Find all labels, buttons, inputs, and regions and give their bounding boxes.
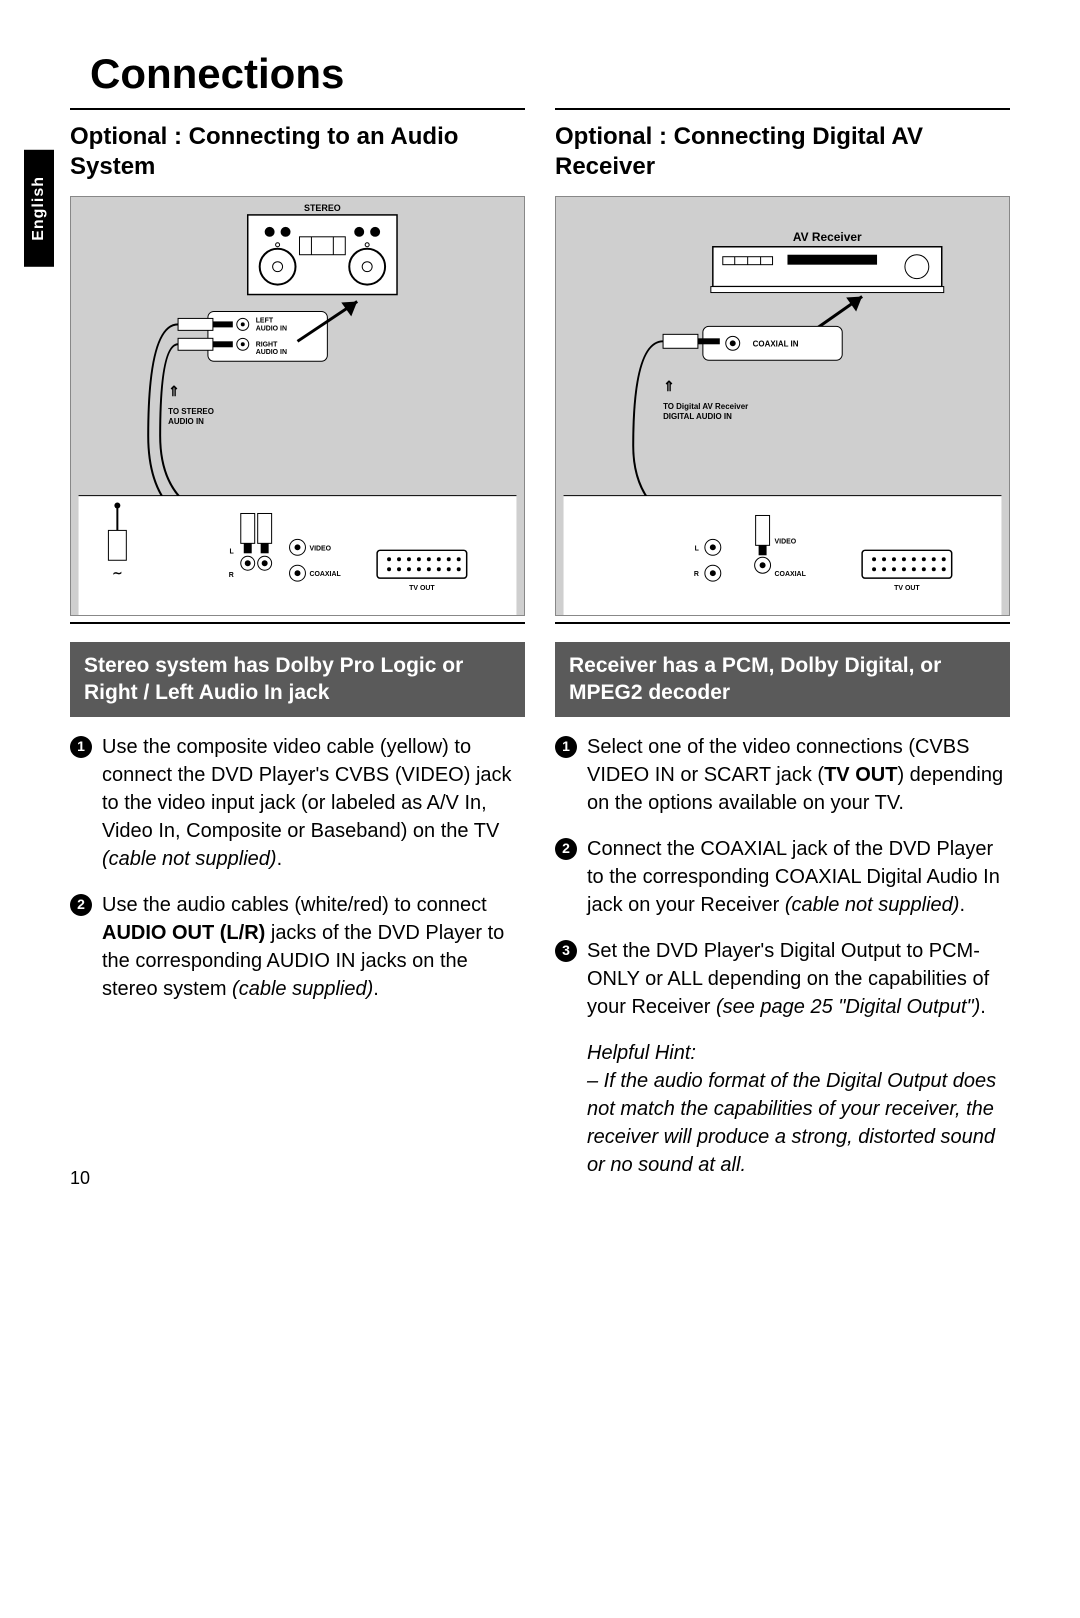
subhead-left: Stereo system has Dolby Pro Logic or Rig… (70, 642, 525, 717)
to-stereo-label: TO STEREO (168, 407, 214, 416)
hint-title: Helpful Hint: (587, 1039, 1010, 1067)
section-heading-left: Optional : Connecting to an Audio System (70, 122, 525, 182)
stereo-label: STEREO (304, 203, 341, 213)
section-heading-right: Optional : Connecting Digital AV Receive… (555, 122, 1010, 182)
step-number-icon: 1 (70, 736, 92, 758)
left-audio-label: LEFT (256, 317, 274, 324)
svg-text:DIGITAL AUDIO IN: DIGITAL AUDIO IN (663, 412, 732, 421)
svg-text:AUDIO IN: AUDIO IN (168, 417, 204, 426)
divider (555, 108, 1010, 110)
svg-text:⇑: ⇑ (168, 383, 180, 399)
divider (70, 108, 525, 110)
svg-text:R: R (694, 571, 699, 578)
divider (555, 622, 1010, 624)
svg-text:AUDIO IN: AUDIO IN (256, 325, 287, 332)
step-text: Use the composite video cable (yellow) t… (102, 733, 525, 873)
step-number-icon: 2 (70, 894, 92, 916)
svg-text:TV OUT: TV OUT (894, 585, 920, 592)
av-receiver-label: AV Receiver (793, 230, 862, 244)
svg-text:∼: ∼ (112, 566, 122, 580)
svg-text:VIDEO: VIDEO (775, 538, 797, 545)
svg-text:COAXIAL: COAXIAL (775, 571, 807, 578)
svg-text:R: R (229, 572, 234, 579)
diagram-av-receiver: AV Receiver COAXIAL IN (555, 196, 1010, 616)
step-number-icon: 2 (555, 838, 577, 860)
step-text: Set the DVD Player's Digital Output to P… (587, 937, 1010, 1021)
diagram-stereo: STEREO (70, 196, 525, 616)
step-text: Select one of the video connections (CVB… (587, 733, 1010, 817)
steps-right: 1 Select one of the video connections (C… (555, 733, 1010, 1021)
step-item: 1 Select one of the video connections (C… (555, 733, 1010, 817)
step-text: Use the audio cables (white/red) to conn… (102, 891, 525, 1003)
svg-text:TO Digital AV Receiver: TO Digital AV Receiver (663, 402, 748, 411)
step-item: 2 Connect the COAXIAL jack of the DVD Pl… (555, 835, 1010, 919)
right-audio-label: RIGHT (256, 341, 278, 348)
left-column: Optional : Connecting to an Audio System… (70, 108, 525, 1179)
coaxial-in-label: COAXIAL IN (753, 339, 799, 348)
step-text: Connect the COAXIAL jack of the DVD Play… (587, 835, 1010, 919)
step-number-icon: 1 (555, 736, 577, 758)
step-item: 2 Use the audio cables (white/red) to co… (70, 891, 525, 1003)
subhead-right: Receiver has a PCM, Dolby Digital, or MP… (555, 642, 1010, 717)
page-number: 10 (70, 1168, 90, 1189)
svg-text:COAXIAL: COAXIAL (309, 571, 341, 578)
hint-body: – If the audio format of the Digital Out… (587, 1067, 1010, 1179)
step-item: 3 Set the DVD Player's Digital Output to… (555, 937, 1010, 1021)
language-tab: English (24, 150, 54, 267)
svg-text:VIDEO: VIDEO (309, 545, 331, 552)
svg-text:AUDIO IN: AUDIO IN (256, 349, 287, 356)
step-number-icon: 3 (555, 940, 577, 962)
right-column: Optional : Connecting Digital AV Receive… (555, 108, 1010, 1179)
divider (70, 622, 525, 624)
steps-left: 1 Use the composite video cable (yellow)… (70, 733, 525, 1003)
svg-text:TV OUT: TV OUT (409, 585, 435, 592)
svg-text:⇑: ⇑ (663, 378, 675, 394)
page-title: Connections (90, 50, 1010, 98)
step-item: 1 Use the composite video cable (yellow)… (70, 733, 525, 873)
helpful-hint: Helpful Hint: – If the audio format of t… (555, 1039, 1010, 1179)
